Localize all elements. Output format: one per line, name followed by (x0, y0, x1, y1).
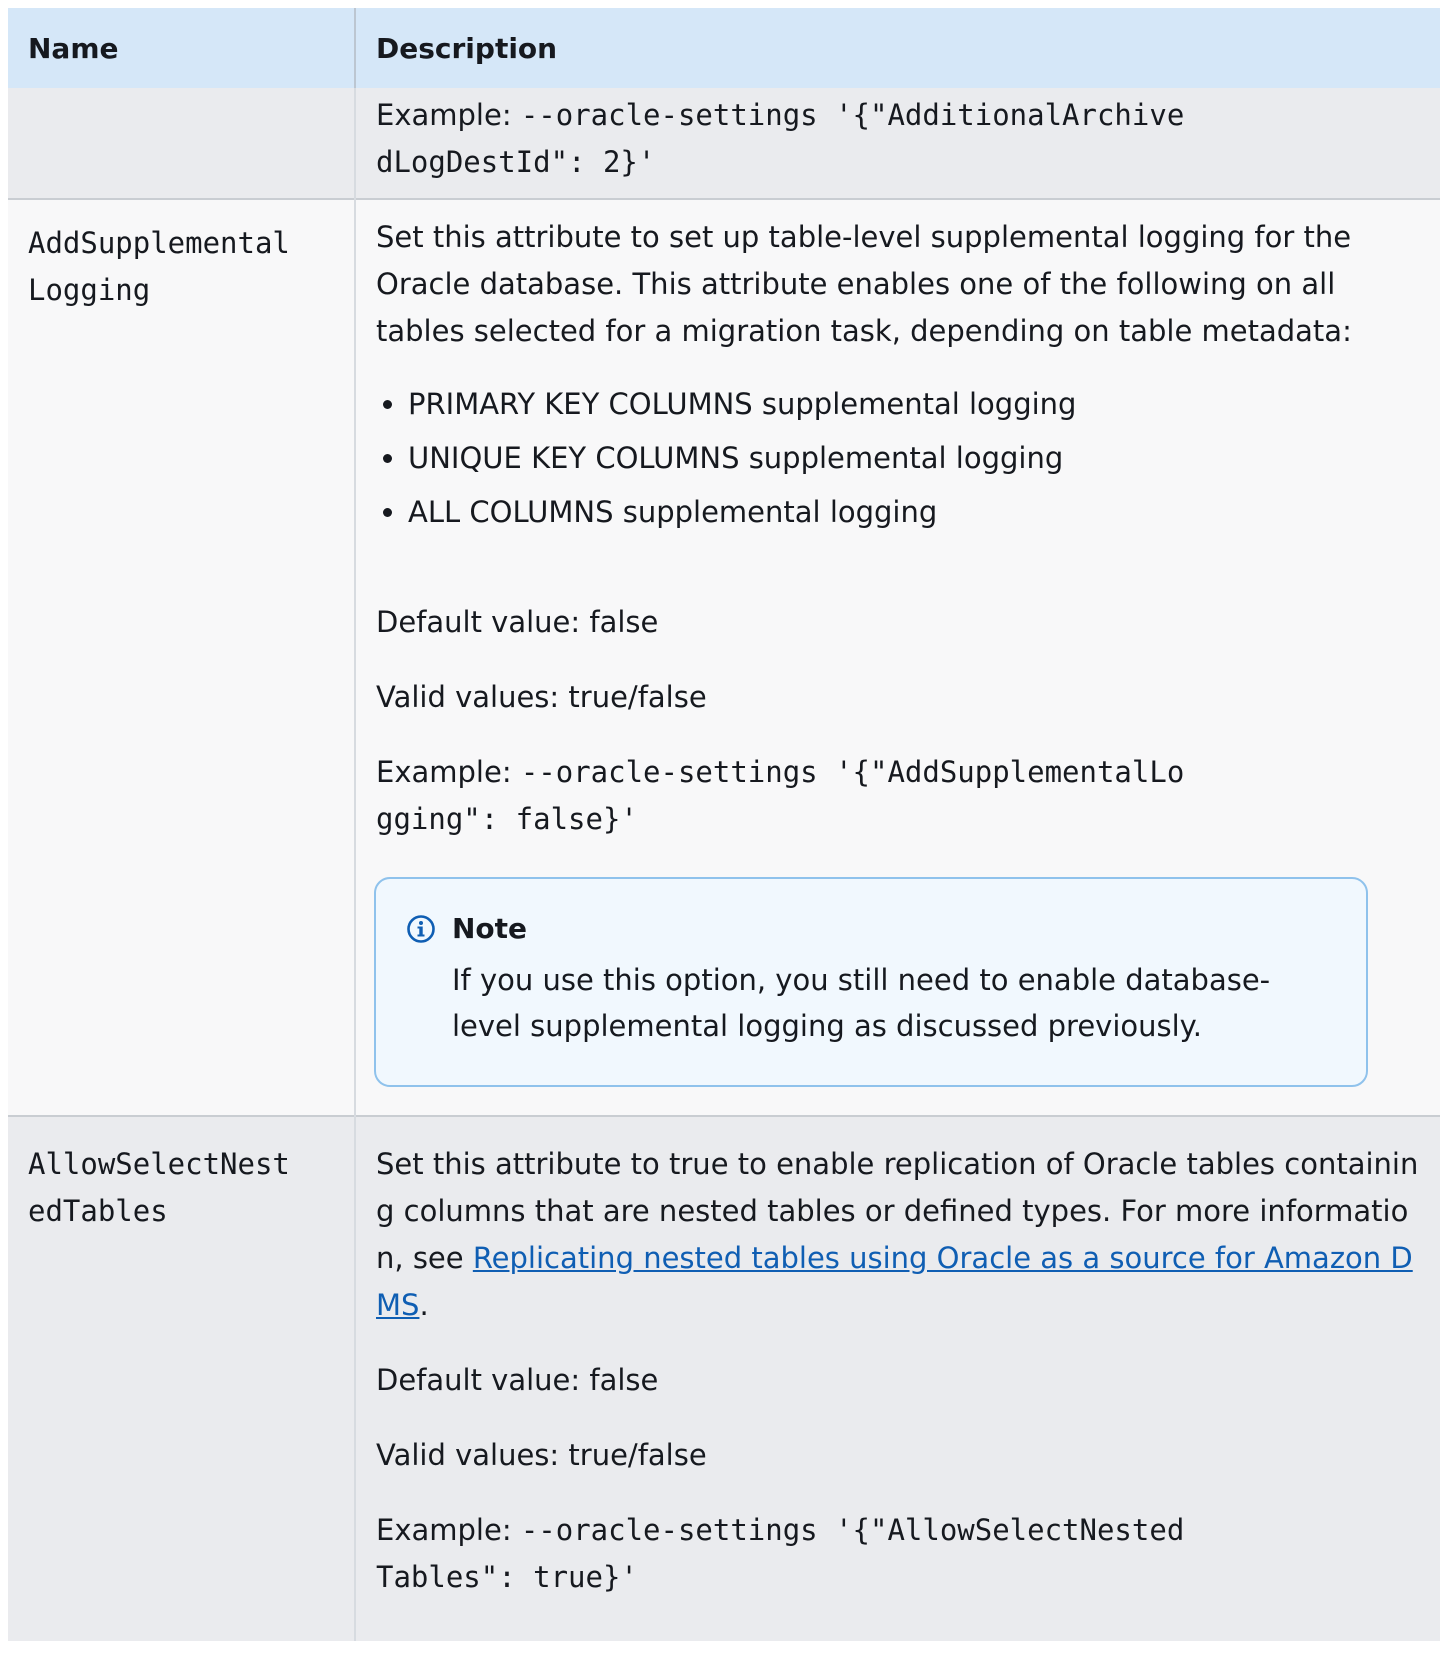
description-cell: Set this attribute to set up table-level… (355, 198, 1440, 1116)
table-row: AllowSelectNestedTables Set this attribu… (8, 1115, 1440, 1641)
description-text: Set this attribute to set up table-level… (376, 220, 1352, 348)
list-item: ALL COLUMNS supplemental logging (408, 485, 1420, 539)
table-header-row: Name Description (8, 8, 1440, 88)
default-value: Default value: false (376, 605, 659, 639)
note-body: If you use this option, you still need t… (452, 963, 1271, 1043)
description-text: Set this attribute to true to enable rep… (376, 1141, 1420, 1329)
list-item: PRIMARY KEY COLUMNS supplemental logging (408, 377, 1420, 431)
note-title: Note (452, 912, 528, 945)
description-cell: Example: --oracle-settings '{"Additional… (355, 88, 1440, 199)
parameters-table: Name Description Example: --oracle-setti… (8, 8, 1440, 1641)
description-tail: . (419, 1288, 429, 1322)
example-label: Example: (376, 98, 521, 132)
example-label: Example: (376, 755, 521, 789)
nested-tables-link[interactable]: Replicating nested tables using Oracle a… (376, 1241, 1413, 1322)
note-box: Note If you use this option, you still n… (374, 877, 1368, 1087)
example-label: Example: (376, 1513, 521, 1547)
list-item: UNIQUE KEY COLUMNS supplemental logging (408, 431, 1420, 485)
description-cell: Set this attribute to true to enable rep… (355, 1115, 1440, 1641)
parameter-name: AllowSelectNestedTables (28, 1147, 290, 1228)
name-cell: AllowSelectNestedTables (8, 1115, 356, 1641)
example-line: Example: --oracle-settings '{"AddSupplem… (376, 749, 1196, 843)
column-header-name: Name (8, 8, 356, 88)
info-circle-icon (407, 915, 435, 943)
example-line: Example: --oracle-settings '{"AllowSelec… (376, 1507, 1196, 1601)
name-cell: AddSupplementalLogging (8, 198, 356, 1116)
valid-values: Valid values: true/false (376, 680, 707, 714)
name-cell (8, 88, 356, 199)
table-row: AddSupplementalLogging Set this attribut… (8, 198, 1440, 1116)
parameter-name: AddSupplementalLogging (28, 226, 290, 307)
note-header: Note (406, 907, 1336, 951)
default-value: Default value: false (376, 1363, 659, 1397)
bullet-list: PRIMARY KEY COLUMNS supplemental logging… (376, 377, 1420, 539)
table-row: Example: --oracle-settings '{"Additional… (8, 88, 1440, 199)
column-header-description: Description (355, 8, 1440, 88)
valid-values: Valid values: true/false (376, 1438, 707, 1472)
example-line: Example: --oracle-settings '{"Additional… (376, 92, 1196, 186)
